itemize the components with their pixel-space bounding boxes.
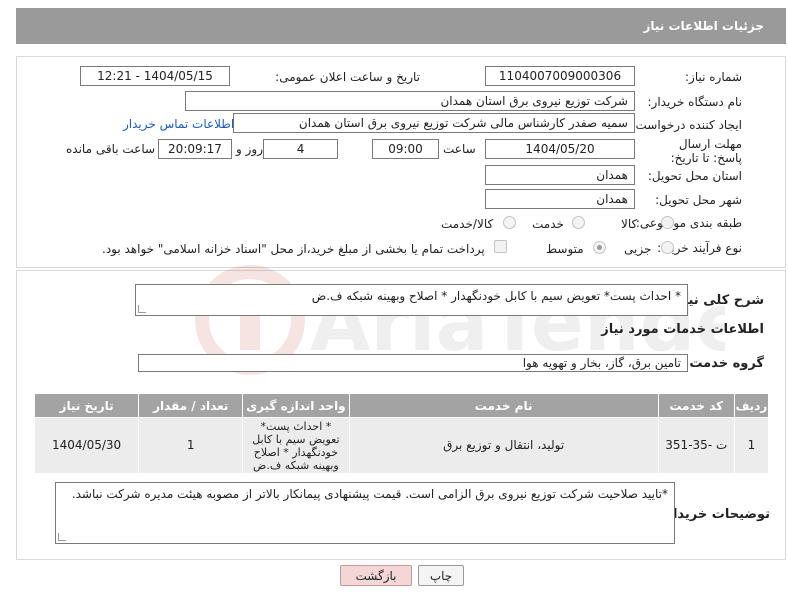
- col-header-qty: تعداد / مقدار: [138, 393, 244, 418]
- purchase-type-option-medium: متوسط: [546, 242, 584, 256]
- days-label: روز و: [236, 142, 263, 156]
- requester-field[interactable]: سمیه صفدر کارشناس مالی شرکت توزیع نیروی …: [233, 113, 635, 133]
- back-button[interactable]: بازگشت: [340, 565, 412, 586]
- province-field[interactable]: همدان: [485, 165, 635, 185]
- treasury-payment-note: پرداخت تمام یا بخشی از مبلغ خرید،از محل …: [102, 242, 485, 256]
- buyer-org-field[interactable]: شرکت توزیع نیروی برق استان همدان: [185, 91, 635, 111]
- announce-datetime-field[interactable]: 1404/05/15 - 12:21: [80, 66, 230, 86]
- cell-code: ت -35-351: [657, 417, 735, 474]
- category-radio-goods-service[interactable]: [503, 216, 516, 229]
- category-radio-goods[interactable]: [661, 216, 674, 229]
- services-section-title: اطلاعات خدمات مورد نیاز: [601, 322, 764, 337]
- purchase-type-radio-medium[interactable]: [593, 241, 606, 254]
- announce-datetime-label: تاریخ و ساعت اعلان عمومی:: [275, 70, 420, 84]
- resize-handle-icon[interactable]: [58, 533, 66, 541]
- buyer-notes-textarea[interactable]: *تایید صلاحیت شرکت توزیع نیروی برق الزام…: [55, 482, 675, 544]
- purchase-type-radio-minor[interactable]: [661, 241, 674, 254]
- resize-handle-icon[interactable]: [138, 305, 146, 313]
- city-label: شهر محل تحویل:: [655, 193, 742, 207]
- buyer-notes-text: *تایید صلاحیت شرکت توزیع نیروی برق الزام…: [71, 487, 668, 501]
- purchase-type-option-minor: جزیی: [624, 242, 652, 256]
- buyer-contact-link[interactable]: اطلاعات تماس خریدار: [123, 117, 234, 131]
- table-header-row: ردیف کد خدمت نام خدمت واحد اندازه گیری ت…: [33, 393, 770, 418]
- service-group-field[interactable]: تامین برق، گاز، بخار و تهویه هوا: [138, 354, 688, 372]
- category-option-goods: کالا: [621, 217, 638, 231]
- requester-label: ایجاد کننده درخواست:: [631, 118, 742, 132]
- page-header: جزئیات اطلاعات نیاز: [16, 8, 786, 44]
- deadline-time-field[interactable]: 09:00: [372, 139, 439, 159]
- description-textarea[interactable]: * احداث پست* تعویض سیم با کابل خودنگهدار…: [135, 284, 688, 316]
- buyer-notes-label: توضیحات خریدار:: [660, 507, 770, 522]
- province-label: استان محل تحویل:: [647, 169, 742, 183]
- category-option-goods-service: کالا/خدمت: [441, 217, 494, 231]
- page-title: جزئیات اطلاعات نیاز: [643, 19, 764, 33]
- cell-qty: 1: [138, 417, 244, 474]
- city-field[interactable]: همدان: [485, 189, 635, 209]
- cell-name: تولید، انتقال و توزیع برق: [348, 417, 659, 474]
- remaining-time-label: ساعت باقی مانده: [66, 142, 156, 156]
- category-label: طبقه بندی موضوعی:: [635, 216, 742, 230]
- need-number-field[interactable]: 1104007009000306: [485, 66, 635, 86]
- deadline-time-label: ساعت: [443, 142, 476, 156]
- treasury-payment-checkbox[interactable]: [494, 240, 507, 253]
- need-number-label: شماره نیاز:: [685, 70, 742, 84]
- category-option-service: خدمت: [532, 217, 564, 231]
- col-header-name: نام خدمت: [348, 393, 659, 418]
- deadline-date-field[interactable]: 1404/05/20: [485, 139, 635, 159]
- buyer-org-label: نام دستگاه خریدار:: [647, 95, 743, 109]
- category-radio-service[interactable]: [572, 216, 585, 229]
- service-group-label: گروه خدمت:: [684, 356, 764, 371]
- services-table: ردیف کد خدمت نام خدمت واحد اندازه گیری ت…: [33, 393, 770, 474]
- remaining-days-field[interactable]: 4: [263, 139, 338, 159]
- table-row[interactable]: 1 ت -35-351 تولید، انتقال و توزیع برق * …: [33, 417, 770, 474]
- cell-date: 1404/05/30: [33, 417, 140, 474]
- deadline-label: مهلت ارسال پاسخ: تا تاریخ:: [670, 137, 742, 165]
- col-header-code: کد خدمت: [657, 393, 735, 418]
- cell-unit: * احداث پست* تعویض سیم با کابل خودنگهدار…: [242, 417, 350, 474]
- remaining-time-field[interactable]: 20:09:17: [158, 139, 232, 159]
- col-header-index: ردیف: [733, 393, 770, 418]
- col-header-unit: واحد اندازه گیری: [242, 393, 350, 418]
- print-button[interactable]: چاپ: [418, 565, 464, 586]
- description-text: * احداث پست* تعویض سیم با کابل خودنگهدار…: [311, 289, 681, 303]
- cell-index: 1: [733, 417, 770, 474]
- col-header-date: تاریخ نیاز: [33, 393, 140, 418]
